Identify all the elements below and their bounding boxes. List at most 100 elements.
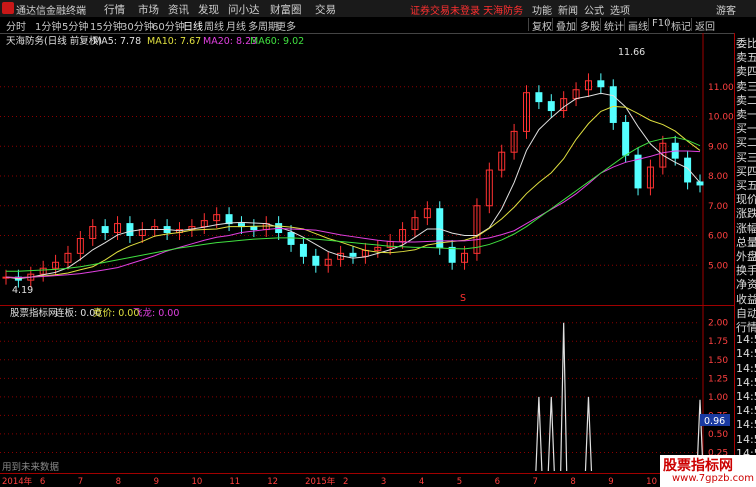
ind-tick: 1.50 — [708, 356, 728, 366]
date-label: 6 — [495, 477, 500, 487]
candle-body — [535, 92, 543, 103]
ma5-legend: MA5: 7.78 — [93, 36, 141, 47]
indicator-chart[interactable]: 2.001.751.501.251.000.750.500.25 股票指标网 连… — [0, 305, 734, 473]
date-label: 2015年 — [305, 476, 336, 487]
menu-faxian[interactable]: 发现 — [198, 2, 219, 17]
quote-label: 14:5 — [736, 432, 756, 446]
btn-huaxian[interactable]: 画线 — [624, 18, 648, 33]
quote-label: 14:5 — [736, 418, 756, 432]
indicator-name: 股票指标网 — [10, 307, 58, 319]
period-15min[interactable]: 15分钟 — [90, 18, 123, 33]
price-tick: 10.00 — [708, 113, 734, 123]
period-fenshi[interactable]: 分时 — [6, 18, 26, 33]
indicator-spike — [535, 396, 543, 472]
quote-label: 14:5 — [736, 404, 756, 418]
menu-xuanxiang[interactable]: 选项 — [610, 2, 630, 17]
login-warning[interactable]: 证券交易未登录 天海防务 — [410, 2, 523, 17]
price-tick: 11.00 — [708, 83, 734, 93]
date-label: 8 — [116, 477, 121, 487]
menu-wenxiaoda[interactable]: 问小达 — [228, 2, 260, 17]
menu-xinwen[interactable]: 新闻 — [558, 2, 578, 17]
period-monthly[interactable]: 月线 — [226, 18, 246, 33]
candle-body — [547, 101, 555, 112]
date-label: 7 — [533, 477, 538, 487]
menu-shichang[interactable]: 市场 — [138, 2, 159, 17]
date-label: 2014年 — [2, 476, 33, 487]
candle-body — [436, 208, 444, 248]
ind-tick: 1.00 — [708, 393, 728, 403]
candles[interactable] — [2, 73, 704, 288]
menu-gongneng[interactable]: 功能 — [532, 2, 552, 17]
candle-body — [101, 226, 109, 234]
quote-label: 14:5 — [736, 361, 756, 375]
indicator-spike — [547, 396, 555, 472]
period-30min[interactable]: 30分钟 — [121, 18, 154, 33]
period-daily[interactable]: 日线 — [183, 18, 203, 33]
period-5min[interactable]: 5分钟 — [62, 18, 88, 33]
app-name: 通达信金融终端 — [16, 6, 86, 17]
menu-gongshi[interactable]: 公式 — [584, 2, 604, 17]
date-label: 3 — [381, 477, 386, 487]
date-axis: 2014年67891011122015年234567891011 — [0, 473, 734, 487]
candle-body — [349, 252, 357, 257]
ind-tick: 1.75 — [708, 337, 728, 347]
stock-title: 天海防务(日线 前复权) — [6, 35, 102, 47]
ma10-legend: MA10: 7.67 — [147, 36, 201, 47]
kline-chart[interactable]: 11.00 10.00 9.00 8.00 7.00 6.00 5.00 天海防务(日线 前… — [0, 33, 734, 305]
price-tick: 5.00 — [708, 261, 728, 271]
price-tick: 8.00 — [708, 172, 728, 182]
date-label: 7 — [78, 477, 83, 487]
indicator-feilong: 飞龙: 0.00 — [133, 307, 179, 319]
indicator-spike — [560, 322, 568, 472]
quote-label: 14:5 — [736, 347, 756, 361]
date-label: 12 — [267, 477, 278, 487]
period-1min[interactable]: 1分钟 — [35, 18, 61, 33]
quote-label: 14:5 — [736, 333, 756, 347]
indicator-axis: 2.001.751.501.251.000.750.500.25 — [708, 319, 728, 459]
low-label: 4.19 — [12, 285, 33, 296]
watermark-title: 股票指标网 — [663, 458, 733, 474]
menu-jiaoyi[interactable]: 交易 — [315, 2, 336, 17]
period-60min[interactable]: 60分钟 — [152, 18, 185, 33]
price-grid — [0, 33, 704, 305]
high-label: 11.66 — [618, 47, 645, 58]
btn-duogu[interactable]: 多股 — [576, 18, 600, 33]
date-label: 2 — [343, 477, 348, 487]
candle-body — [250, 226, 258, 231]
period-weekly[interactable]: 周线 — [204, 18, 224, 33]
btn-biaoji[interactable]: 标记 — [667, 18, 691, 33]
date-label: 10 — [646, 477, 657, 487]
btn-fuquan[interactable]: 复权 — [528, 18, 552, 33]
candle-body — [622, 121, 630, 156]
date-label: 8 — [570, 477, 575, 487]
user-guest[interactable]: 游客 — [716, 2, 736, 17]
quote-label: 14:5 — [736, 375, 756, 389]
quote-label: 14:5 — [736, 390, 756, 403]
indicator-grid — [0, 305, 704, 473]
price-tick: 6.00 — [708, 232, 728, 242]
watermark-url: www.7gpzb.com — [672, 473, 754, 484]
menu-zixun[interactable]: 资讯 — [168, 2, 189, 17]
price-tick: 9.00 — [708, 142, 728, 152]
period-more[interactable]: 更多 — [276, 18, 296, 33]
date-label: 11 — [229, 477, 240, 487]
btn-fanhui[interactable]: 返回 — [691, 18, 715, 33]
candle-body — [126, 223, 134, 237]
date-label: 10 — [191, 477, 202, 487]
price-tick: 7.00 — [708, 202, 728, 212]
btn-tongji[interactable]: 统计 — [600, 18, 624, 33]
period-multi[interactable]: 多周期 — [248, 18, 278, 33]
candle-body — [597, 80, 605, 88]
date-label: 5 — [457, 477, 462, 487]
sell-marker: S — [460, 293, 466, 304]
date-label: 6 — [40, 477, 45, 487]
ma60-legend: MA60: 9.02 — [250, 36, 304, 47]
candle-body — [448, 246, 456, 263]
menu-hangqing[interactable]: 行情 — [104, 2, 125, 17]
candle-body — [299, 243, 307, 257]
ind-tick: 0.50 — [708, 430, 728, 440]
date-label: 9 — [154, 477, 159, 487]
menu-caifuquan[interactable]: 财富圈 — [270, 2, 302, 17]
candle-body — [312, 255, 320, 266]
btn-diejia[interactable]: 叠加 — [552, 18, 576, 33]
